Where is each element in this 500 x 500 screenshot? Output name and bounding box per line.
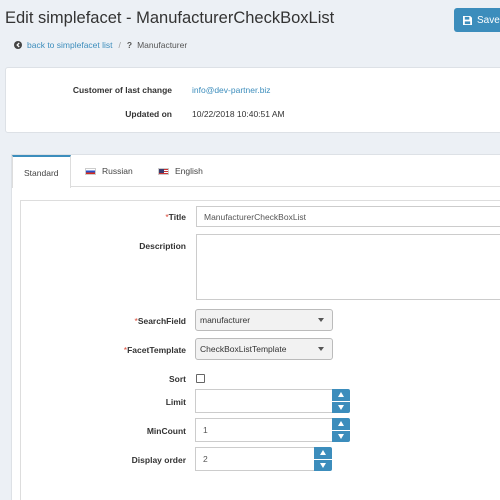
customer-label: Customer of last change xyxy=(72,85,172,95)
displayorder-increment[interactable] xyxy=(314,447,332,460)
tab-english[interactable]: English xyxy=(158,155,203,187)
tabs-container: Standard Russian English *Title Manufact… xyxy=(11,154,500,500)
back-to-list-link[interactable]: back to simplefacet list xyxy=(27,40,113,50)
tab-russian-label: Russian xyxy=(102,166,133,176)
question-mark-icon: ? xyxy=(126,40,133,50)
limit-decrement[interactable] xyxy=(332,402,350,414)
displayorder-input[interactable]: 2 xyxy=(195,447,315,471)
save-button-label: Save xyxy=(477,14,500,26)
breadcrumb-current: Manufacturer xyxy=(137,40,188,50)
caret-up-icon xyxy=(338,392,344,398)
mincount-label: MinCount xyxy=(146,426,186,436)
tab-russian[interactable]: Russian xyxy=(85,155,133,187)
mincount-increment[interactable] xyxy=(332,418,350,431)
description-label: Description xyxy=(139,241,186,251)
description-textarea[interactable] xyxy=(196,234,500,300)
caret-up-icon xyxy=(320,450,326,456)
limit-label: Limit xyxy=(165,397,186,407)
facettemplate-label: *FacetTemplate xyxy=(123,345,186,355)
mincount-stepper[interactable] xyxy=(332,418,350,442)
tab-english-label: English xyxy=(175,166,203,176)
flag-ru-icon xyxy=(85,167,96,175)
tab-strip: Standard Russian English xyxy=(12,155,500,188)
tab-standard[interactable]: Standard xyxy=(12,155,71,188)
updated-label: Updated on xyxy=(125,109,172,119)
title-label: *Title xyxy=(165,212,186,222)
floppy-disk-icon xyxy=(463,15,472,25)
caret-down-icon xyxy=(338,433,344,439)
caret-down-icon xyxy=(320,462,326,468)
displayorder-label: Display order xyxy=(131,455,186,465)
form-panel: *Title ManufacturerCheckBoxList Descript… xyxy=(20,200,500,500)
mincount-decrement[interactable] xyxy=(332,431,350,443)
mincount-input[interactable]: 1 xyxy=(195,418,333,442)
searchfield-value: manufacturer xyxy=(200,315,251,325)
flag-us-icon xyxy=(158,167,169,175)
customer-email-link[interactable]: info@dev-partner.biz xyxy=(192,85,271,95)
facettemplate-select[interactable]: CheckBoxListTemplate xyxy=(195,338,333,360)
limit-increment[interactable] xyxy=(332,389,350,402)
chevron-down-icon xyxy=(318,347,324,351)
title-input[interactable]: ManufacturerCheckBoxList xyxy=(196,206,500,227)
updated-value: 10/22/2018 10:40:51 AM xyxy=(192,109,285,119)
save-button[interactable]: Save xyxy=(454,8,500,32)
limit-stepper[interactable] xyxy=(332,389,350,413)
breadcrumb-separator: / xyxy=(118,40,121,50)
searchfield-select[interactable]: manufacturer xyxy=(195,309,333,331)
page-title: Edit simplefacet - ManufacturerCheckBoxL… xyxy=(5,9,335,27)
caret-up-icon xyxy=(338,421,344,427)
displayorder-decrement[interactable] xyxy=(314,460,332,472)
searchfield-label: *SearchField xyxy=(134,316,187,326)
info-box: Customer of last change info@dev-partner… xyxy=(5,67,500,133)
caret-down-icon xyxy=(338,404,344,410)
sort-label: Sort xyxy=(169,374,186,384)
back-arrow-circle-icon xyxy=(14,41,22,49)
displayorder-stepper[interactable] xyxy=(314,447,332,471)
limit-input[interactable] xyxy=(195,389,333,413)
facettemplate-value: CheckBoxListTemplate xyxy=(200,344,287,354)
sort-checkbox[interactable] xyxy=(196,374,205,383)
breadcrumb: back to simplefacet list / ? Manufacture… xyxy=(14,40,187,50)
chevron-down-icon xyxy=(318,318,324,322)
